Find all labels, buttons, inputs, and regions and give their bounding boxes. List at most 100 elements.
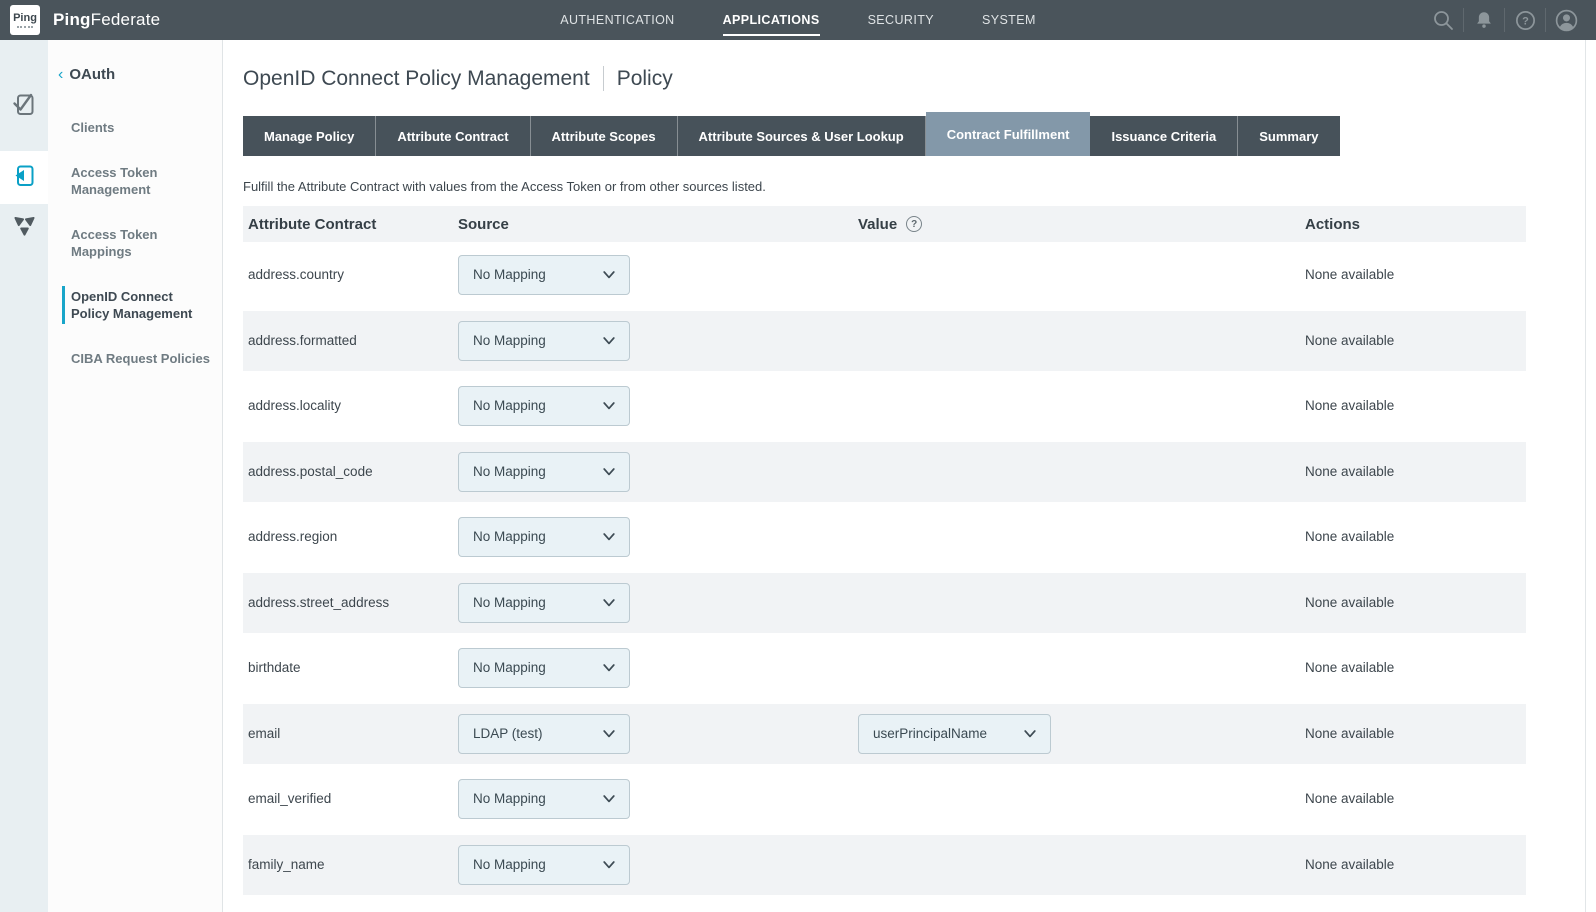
- brand-federate: Federate: [91, 10, 161, 29]
- rail-item-mappings[interactable]: [0, 204, 48, 254]
- tab-contract-fulfillment[interactable]: Contract Fulfillment: [926, 112, 1091, 156]
- actions-text: None available: [1300, 398, 1526, 413]
- sidebar-item-access-token-management[interactable]: Access Token Management: [48, 150, 222, 212]
- sidebar-item-access-token-mappings[interactable]: Access Token Mappings: [48, 212, 222, 274]
- source-dropdown[interactable]: No Mapping: [458, 255, 630, 295]
- attribute-name: address.region: [243, 529, 453, 544]
- source-dropdown[interactable]: No Mapping: [458, 845, 630, 885]
- col-header-value: Value ?: [853, 216, 1300, 233]
- value-help-icon[interactable]: ?: [906, 216, 922, 232]
- tab-attribute-sources-user-lookup[interactable]: Attribute Sources & User Lookup: [678, 116, 926, 156]
- page-subtitle: Policy: [617, 67, 673, 91]
- source-dropdown-label: No Mapping: [473, 464, 546, 479]
- table-row: address.locality No Mapping None availab…: [243, 373, 1526, 439]
- chevron-down-icon: [1024, 730, 1036, 738]
- actions-text: None available: [1300, 529, 1526, 544]
- source-dropdown[interactable]: No Mapping: [458, 779, 630, 819]
- sidebar-menu: ClientsAccess Token ManagementAccess Tok…: [48, 105, 222, 381]
- chevron-down-icon: [603, 337, 615, 345]
- table-header-row: Attribute Contract Source Value ? Action…: [243, 206, 1526, 242]
- brand-title: PingFederate: [53, 10, 160, 30]
- source-cell: No Mapping: [453, 321, 853, 361]
- col-header-attribute-contract: Attribute Contract: [243, 216, 453, 233]
- tab-issuance-criteria[interactable]: Issuance Criteria: [1090, 116, 1238, 156]
- value-dropdown[interactable]: userPrincipalName: [858, 714, 1051, 754]
- chevron-down-icon: [603, 730, 615, 738]
- clients-icon: [11, 91, 38, 123]
- tab-summary[interactable]: Summary: [1238, 116, 1339, 156]
- source-dropdown-label: No Mapping: [473, 660, 546, 675]
- source-cell: No Mapping: [453, 255, 853, 295]
- page-title-row: OpenID Connect Policy Management Policy: [243, 66, 1596, 91]
- source-cell: No Mapping: [453, 648, 853, 688]
- title-separator: [603, 66, 604, 91]
- col-header-value-label: Value: [858, 216, 897, 233]
- ping-logo[interactable]: Ping: [10, 5, 40, 35]
- source-dropdown[interactable]: No Mapping: [458, 517, 630, 557]
- notifications-icon[interactable]: [1464, 0, 1504, 40]
- chevron-down-icon: [603, 271, 615, 279]
- fulfillment-table: Attribute Contract Source Value ? Action…: [243, 206, 1526, 897]
- table-row: email LDAP (test) userPrincipalName None…: [243, 701, 1526, 767]
- sidebar: ‹ OAuth ClientsAccess Token ManagementAc…: [48, 40, 223, 912]
- source-dropdown-label: No Mapping: [473, 267, 546, 282]
- actions-text: None available: [1300, 726, 1526, 741]
- sidebar-item-ciba-request-policies[interactable]: CIBA Request Policies: [48, 336, 222, 381]
- actions-text: None available: [1300, 464, 1526, 479]
- attribute-name: address.postal_code: [243, 464, 453, 479]
- sidebar-back-oauth[interactable]: ‹ OAuth: [48, 40, 222, 83]
- nav-applications[interactable]: APPLICATIONS: [723, 9, 820, 31]
- rail-item-access-token[interactable]: [0, 151, 48, 204]
- source-dropdown-label: LDAP (test): [473, 726, 543, 741]
- table-row: address.street_address No Mapping None a…: [243, 570, 1526, 636]
- chevron-down-icon: [603, 468, 615, 476]
- nav-authentication[interactable]: AUTHENTICATION: [560, 9, 674, 31]
- tab-attribute-contract[interactable]: Attribute Contract: [376, 116, 530, 156]
- chevron-down-icon: [603, 533, 615, 541]
- ping-logo-text: Ping: [13, 13, 37, 24]
- col-header-actions: Actions: [1300, 216, 1526, 233]
- source-dropdown[interactable]: No Mapping: [458, 386, 630, 426]
- chevron-down-icon: [603, 402, 615, 410]
- actions-text: None available: [1300, 857, 1526, 872]
- nav-security[interactable]: SECURITY: [868, 9, 934, 31]
- sidebar-item-clients[interactable]: Clients: [48, 105, 222, 150]
- main-content: OpenID Connect Policy Management Policy …: [224, 40, 1596, 912]
- nav-system[interactable]: SYSTEM: [982, 9, 1036, 31]
- value-cell: userPrincipalName: [853, 714, 1300, 754]
- source-dropdown[interactable]: No Mapping: [458, 321, 630, 361]
- table-row: address.country No Mapping None availabl…: [243, 242, 1526, 308]
- col-header-source: Source: [453, 216, 853, 233]
- table-row: address.postal_code No Mapping None avai…: [243, 439, 1526, 505]
- ping-logo-identity-mark: [17, 25, 33, 28]
- source-dropdown[interactable]: LDAP (test): [458, 714, 630, 754]
- actions-text: None available: [1300, 267, 1526, 282]
- source-dropdown[interactable]: No Mapping: [458, 648, 630, 688]
- search-icon[interactable]: [1423, 0, 1463, 40]
- attribute-name: family_name: [243, 857, 453, 872]
- source-cell: No Mapping: [453, 386, 853, 426]
- source-cell: LDAP (test): [453, 714, 853, 754]
- rail-item-clients[interactable]: [0, 40, 48, 151]
- tab-attribute-scopes[interactable]: Attribute Scopes: [531, 116, 678, 156]
- help-icon[interactable]: ?: [1505, 0, 1545, 40]
- attribute-name: address.formatted: [243, 333, 453, 348]
- page-title: OpenID Connect Policy Management: [243, 67, 590, 91]
- vertical-scrollbar[interactable]: [1585, 40, 1596, 912]
- source-dropdown[interactable]: No Mapping: [458, 583, 630, 623]
- actions-text: None available: [1300, 791, 1526, 806]
- source-cell: No Mapping: [453, 517, 853, 557]
- source-dropdown-label: No Mapping: [473, 857, 546, 872]
- table-row: address.formatted No Mapping None availa…: [243, 308, 1526, 374]
- account-icon[interactable]: [1546, 0, 1586, 40]
- chevron-down-icon: [603, 664, 615, 672]
- source-dropdown-label: No Mapping: [473, 398, 546, 413]
- chevron-down-icon: [603, 861, 615, 869]
- brand-ping: Ping: [53, 10, 91, 29]
- tab-manage-policy[interactable]: Manage Policy: [243, 116, 376, 156]
- topbar: Ping PingFederate AUTHENTICATIONAPPLICAT…: [0, 0, 1596, 40]
- source-cell: No Mapping: [453, 452, 853, 492]
- source-dropdown-label: No Mapping: [473, 333, 546, 348]
- source-dropdown[interactable]: No Mapping: [458, 452, 630, 492]
- sidebar-item-openid-connect-policy-management[interactable]: OpenID Connect Policy Management: [48, 274, 222, 336]
